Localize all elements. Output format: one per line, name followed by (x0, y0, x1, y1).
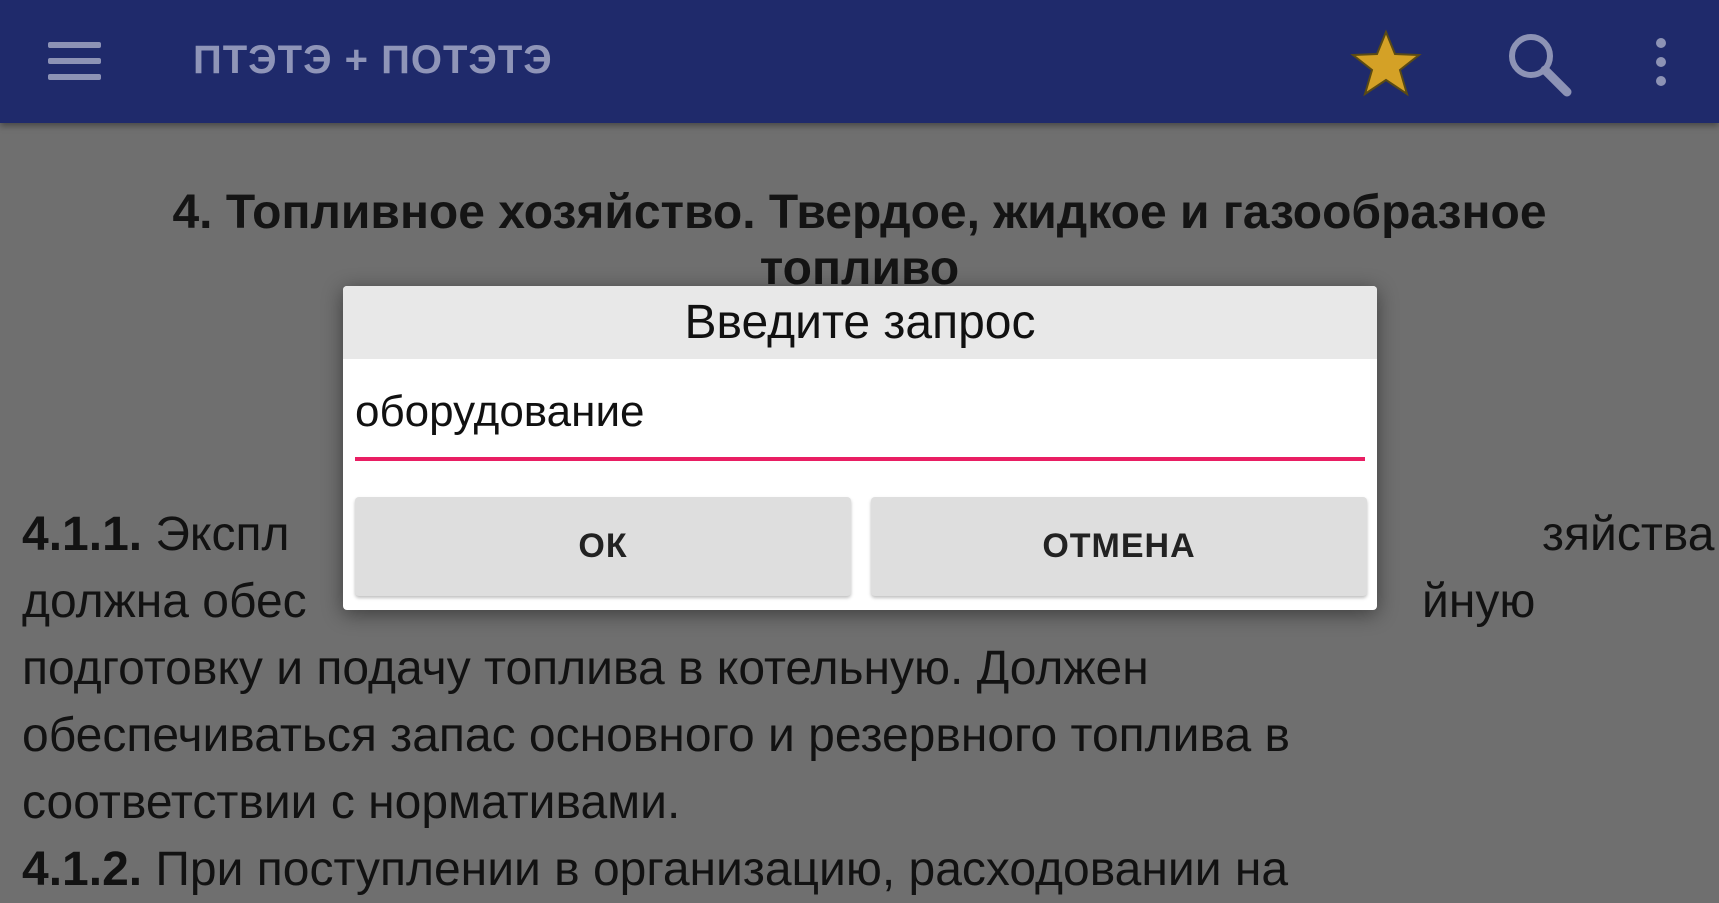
paragraph-number: 4.1.1. (22, 508, 143, 561)
section-heading: 4. Топливное хозяйство. Твердое, жидкое … (172, 186, 1547, 239)
search-query-input[interactable] (355, 386, 1361, 438)
cancel-button[interactable]: ОТМЕНА (871, 497, 1367, 596)
search-dialog: Введите запрос ОК ОТМЕНА (343, 286, 1377, 610)
star-icon[interactable] (1350, 28, 1422, 100)
menu-icon[interactable] (48, 40, 104, 82)
dialog-title: Введите запрос (343, 286, 1377, 359)
paragraph-line: подготовку и подачу топлива в котельную.… (22, 642, 1149, 695)
more-vert-icon[interactable] (1648, 38, 1674, 88)
ok-button[interactable]: ОК (355, 497, 851, 596)
paragraph-number: 4.1.2. (22, 843, 143, 896)
paragraph-line: соответствии с нормативами. (22, 776, 681, 829)
paragraph-line: 4.1.2. При поступлении в организацию, ра… (22, 843, 1289, 896)
search-icon[interactable] (1505, 30, 1573, 98)
app-title: ПТЭТЭ + ПОТЭТЭ (193, 38, 553, 82)
app-bar: ПТЭТЭ + ПОТЭТЭ (0, 0, 1719, 123)
input-underline (355, 457, 1365, 461)
paragraph-line: обеспечиваться запас основного и резервн… (22, 709, 1290, 762)
